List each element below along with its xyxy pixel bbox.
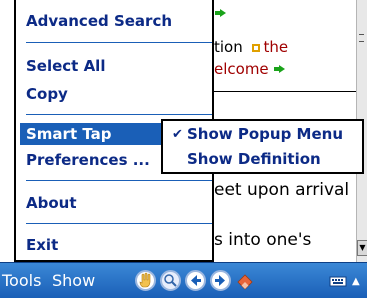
smart-tap-submenu: ✔ Show Popup Menu Show Definition (161, 119, 364, 174)
submenu-item-label: Show Popup Menu (187, 125, 343, 143)
bullet-icon (251, 43, 260, 52)
keyboard-icon[interactable] (329, 273, 347, 287)
forward-icon[interactable] (210, 270, 231, 291)
divider (200, 91, 356, 92)
menu-item-copy[interactable]: Copy (16, 83, 212, 105)
menu-item-exit[interactable]: Exit (16, 234, 212, 256)
link-the[interactable]: the (264, 38, 289, 56)
keyboard-menu-arrow-icon[interactable]: ▲ (352, 276, 360, 287)
document-line-3: eet upon arrival (214, 180, 350, 200)
show-menu-button[interactable]: Show (52, 271, 95, 290)
green-arrow-icon (274, 64, 286, 73)
green-arrow-icon (214, 4, 227, 22)
scroll-down-button[interactable]: ▼ (357, 240, 367, 256)
menu-item-select-all[interactable]: Select All (16, 55, 212, 77)
menu-separator (26, 114, 212, 115)
eraser-icon[interactable] (236, 271, 255, 290)
document-line-1: tion the (214, 38, 289, 56)
menu-separator (26, 223, 212, 224)
document-line-4: s into one's (214, 230, 312, 250)
menu-item-advanced-search[interactable]: Advanced Search (16, 10, 212, 32)
bottom-toolbar: Tools Show ▲ (0, 262, 367, 298)
menu-item-about[interactable]: About (16, 192, 212, 214)
search-text-icon[interactable] (160, 270, 181, 291)
hand-icon[interactable] (135, 270, 156, 291)
checkmark-icon: ✔ (172, 127, 183, 142)
menu-separator (26, 180, 212, 181)
menu-separator (26, 42, 212, 43)
submenu-item-label: Show Definition (187, 150, 321, 168)
scroll-grip-icon (359, 34, 364, 42)
tools-menu-button[interactable]: Tools (2, 271, 41, 290)
document-line-2[interactable]: elcome (214, 60, 286, 78)
back-icon[interactable] (185, 270, 206, 291)
submenu-item-show-definition[interactable]: Show Definition (163, 148, 362, 171)
submenu-item-show-popup-menu[interactable]: ✔ Show Popup Menu (163, 123, 362, 146)
